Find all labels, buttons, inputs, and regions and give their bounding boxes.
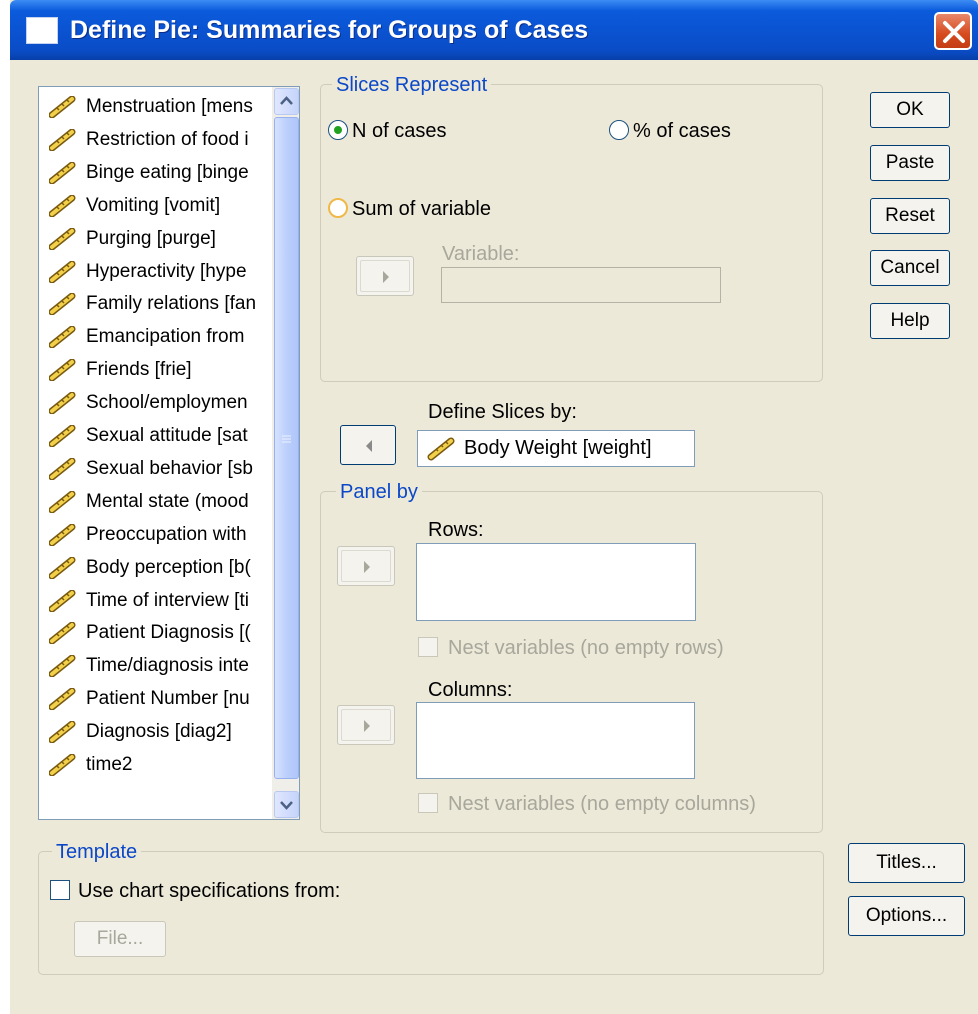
define-slices-field[interactable]: Body Weight [weight]: [417, 430, 695, 467]
rows-move-button[interactable]: [337, 546, 395, 586]
nest-columns-label: Nest variables (no empty columns): [448, 793, 756, 815]
scale-variable-icon: [48, 227, 77, 251]
variable-field[interactable]: [441, 267, 721, 303]
sum-of-variable-label[interactable]: Sum of variable: [352, 197, 491, 221]
scale-variable-icon: [48, 687, 77, 711]
variable-list-item-label: Time/diagnosis inte: [86, 655, 249, 677]
variable-list-item-label: School/employmen: [86, 392, 248, 414]
options-button[interactable]: Options...: [848, 896, 965, 936]
help-button[interactable]: Help: [870, 303, 950, 339]
panel-by-legend: Panel by: [336, 480, 422, 504]
variable-move-button[interactable]: [356, 256, 414, 296]
variable-list-item-label: Body perception [b(: [86, 556, 251, 578]
variable-list-item-label: time2: [86, 754, 133, 775]
scale-variable-icon: [48, 194, 77, 218]
slices-represent-legend: Slices Represent: [332, 73, 492, 97]
nest-rows-checkbox[interactable]: [418, 637, 438, 657]
scale-variable-icon: [48, 391, 77, 415]
scale-variable-icon: [48, 358, 77, 382]
pct-of-cases-label[interactable]: % of cases: [633, 119, 731, 143]
scale-variable-icon: [48, 753, 77, 777]
nest-rows-label: Nest variables (no empty rows): [448, 637, 724, 659]
arrow-left-icon: [366, 440, 372, 452]
variable-list-item-label: Restriction of food i: [86, 128, 249, 150]
arrow-right-icon: [364, 720, 370, 732]
reset-button[interactable]: Reset: [870, 198, 950, 234]
variable-list-item-label: Binge eating [binge: [86, 161, 249, 183]
variable-list-item-label: Hyperactivity [hype: [86, 260, 247, 282]
variable-list-item-label: Friends [frie]: [86, 359, 192, 381]
columns-label: Columns:: [428, 679, 513, 701]
close-button[interactable]: [934, 12, 972, 50]
n-of-cases-label[interactable]: N of cases: [352, 119, 446, 143]
variable-list-item-label: Patient Diagnosis [(: [86, 622, 251, 644]
variable-list-item-label: Sexual behavior [sb: [86, 457, 253, 479]
scroll-down-button[interactable]: [274, 791, 299, 818]
arrow-right-icon: [364, 561, 370, 573]
template-legend: Template: [52, 840, 142, 864]
file-button[interactable]: File...: [74, 921, 166, 957]
nest-columns-checkbox[interactable]: [418, 793, 438, 813]
variable-list-item-label: Vomiting [vomit]: [86, 194, 221, 216]
scale-variable-icon: [48, 589, 77, 612]
rows-field[interactable]: [416, 543, 696, 621]
scale-variable-icon: [427, 437, 455, 461]
pct-of-cases-radio[interactable]: [609, 120, 629, 140]
scale-variable-icon: [48, 621, 77, 645]
columns-field[interactable]: [416, 702, 695, 779]
ok-button[interactable]: OK: [870, 92, 950, 128]
define-slices-label: Define Slices by:: [428, 401, 577, 423]
chevron-down-icon: [280, 801, 293, 810]
variable-list-scrollbar[interactable]: [272, 87, 299, 819]
variable-list-item-label: Sexual attitude [sat: [86, 425, 248, 446]
use-chart-spec-label[interactable]: Use chart specifications from:: [78, 879, 340, 903]
scale-variable-icon: [48, 490, 77, 514]
paste-button[interactable]: Paste: [870, 145, 950, 181]
scale-variable-icon: [48, 720, 77, 744]
variable-list-item-label: Emancipation from: [86, 326, 245, 348]
scale-variable-icon: [48, 161, 77, 185]
sum-of-variable-radio[interactable]: [328, 198, 348, 218]
columns-move-button[interactable]: [337, 705, 395, 745]
close-icon: [943, 21, 965, 43]
variable-list-item-label: Diagnosis [diag2]: [86, 721, 232, 743]
scale-variable-icon: [48, 292, 77, 316]
define-slices-value: Body Weight [weight]: [464, 437, 652, 459]
scale-variable-icon: [48, 325, 77, 349]
variable-list-item-label: Patient Number [nu: [86, 688, 250, 710]
variable-list-item-label: Purging [purge]: [86, 227, 216, 249]
use-chart-spec-checkbox[interactable]: [50, 880, 70, 900]
cancel-button[interactable]: Cancel: [870, 250, 950, 286]
variable-list[interactable]: Menstruation [mens Restriction of food i B…: [38, 86, 300, 820]
define-slices-move-button[interactable]: [340, 425, 396, 465]
scroll-thumb[interactable]: [274, 117, 299, 779]
grip-icon: [282, 435, 291, 443]
window-icon: [26, 17, 58, 44]
scale-variable-icon: [48, 95, 77, 119]
variable-list-item-label: Menstruation [mens: [86, 96, 253, 117]
scale-variable-icon: [48, 260, 77, 283]
n-of-cases-radio[interactable]: [328, 120, 348, 140]
rows-label: Rows:: [428, 519, 484, 541]
titles-button[interactable]: Titles...: [848, 843, 965, 883]
arrow-right-icon: [383, 271, 389, 283]
scroll-up-button[interactable]: [274, 88, 299, 115]
variable-list-item-label: Time of interview [ti: [86, 589, 249, 611]
scale-variable-icon: [48, 128, 77, 152]
scale-variable-icon: [48, 457, 77, 481]
variable-list-item-label: Preoccupation with: [86, 523, 247, 545]
window-title: Define Pie: Summaries for Groups of Case…: [70, 16, 589, 44]
scale-variable-icon: [48, 424, 77, 448]
variable-list-item-label: Mental state (mood: [86, 490, 249, 512]
variable-label: Variable:: [442, 243, 520, 265]
scale-variable-icon: [48, 556, 77, 580]
chevron-up-icon: [280, 96, 293, 105]
scale-variable-icon: [48, 523, 77, 547]
variable-list-item-label: Family relations [fan: [86, 293, 257, 315]
scale-variable-icon: [48, 654, 77, 678]
